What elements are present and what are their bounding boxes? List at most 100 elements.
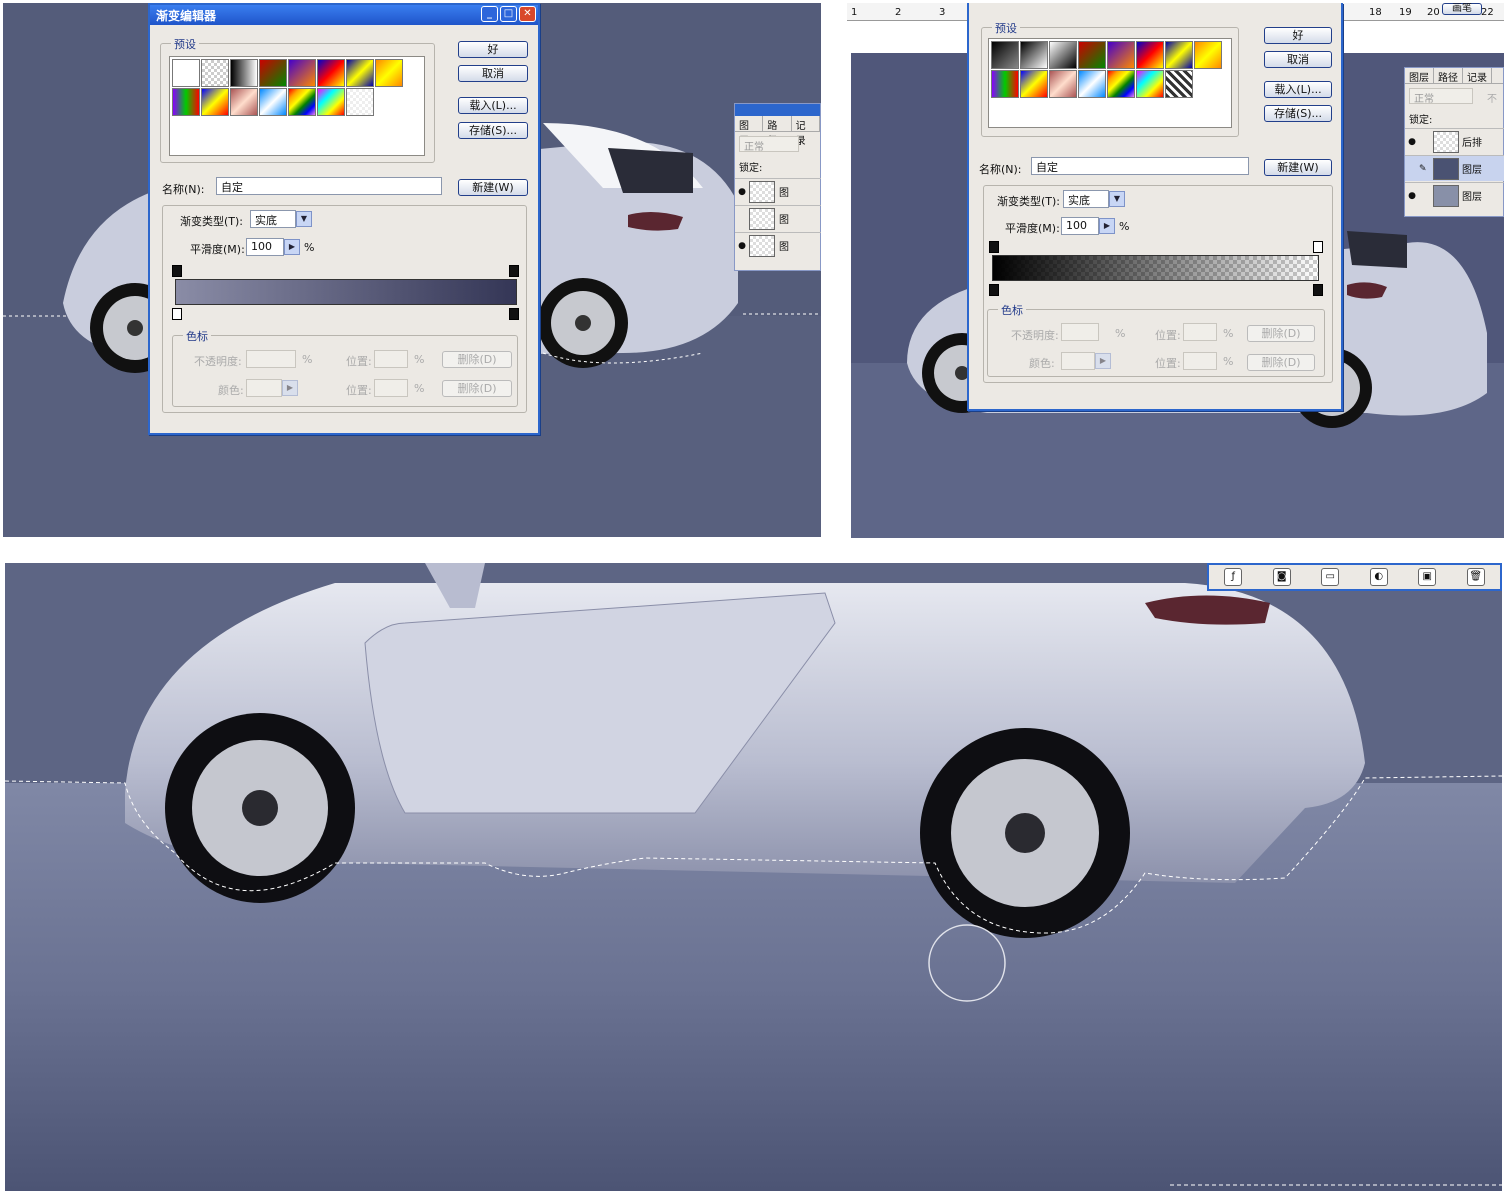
opacity-stop-right[interactable]	[509, 265, 519, 277]
preset-swatch[interactable]	[317, 59, 345, 87]
preset-swatch[interactable]	[1107, 70, 1135, 98]
tab-paths[interactable]: 路径	[763, 116, 792, 147]
gradient-preview-bar[interactable]	[175, 279, 517, 305]
preset-swatch[interactable]	[1107, 41, 1135, 69]
dialog-title-bar[interactable]: 渐变编辑器 _ □ ✕	[150, 5, 538, 25]
layer-row[interactable]: ● 图	[735, 232, 821, 258]
preset-swatch[interactable]	[201, 59, 229, 87]
ok-button[interactable]: 好	[458, 41, 528, 58]
preset-swatch[interactable]	[1020, 41, 1048, 69]
eye-icon[interactable]: ●	[1405, 137, 1419, 147]
arrow-right-icon[interactable]: ▶	[1099, 218, 1115, 234]
layer-row[interactable]: ● 后排	[1405, 128, 1504, 154]
new-layer-icon[interactable]: ▣	[1418, 568, 1437, 586]
close-icon[interactable]: ✕	[519, 6, 536, 22]
opacity-stop-left[interactable]	[989, 241, 999, 253]
preset-swatch[interactable]	[172, 88, 200, 116]
eye-icon[interactable]: ●	[735, 241, 749, 251]
preset-swatch[interactable]	[375, 59, 403, 87]
preset-swatch[interactable]	[346, 59, 374, 87]
preset-swatch[interactable]	[1136, 41, 1164, 69]
layer-row[interactable]: ● 图层	[1405, 182, 1504, 208]
opacity-stop-left[interactable]	[172, 265, 182, 277]
ok-button[interactable]: 好	[1264, 27, 1332, 44]
name-field[interactable]: 自定	[216, 177, 442, 195]
preset-swatch[interactable]	[172, 59, 200, 87]
preset-swatch[interactable]	[288, 59, 316, 87]
load-button[interactable]: 载入(L)...	[458, 97, 528, 114]
minimize-icon[interactable]: _	[481, 6, 498, 22]
gradient-preview-bar[interactable]	[992, 255, 1319, 281]
layer-style-icon[interactable]: ƒ	[1224, 568, 1243, 586]
preset-swatch[interactable]	[1165, 41, 1193, 69]
preset-swatch[interactable]	[1020, 70, 1048, 98]
layer-row[interactable]: 图	[735, 205, 821, 231]
tab-layers[interactable]: 图层	[1405, 68, 1434, 84]
opacity-field	[1061, 323, 1099, 341]
panel-car-closeup: ƒ ◙ ▭ ◐ ▣ 🗑	[5, 563, 1502, 1191]
blend-mode-select[interactable]: 正常	[739, 136, 799, 153]
preset-swatch[interactable]	[288, 88, 316, 116]
load-button[interactable]: 载入(L)...	[1264, 81, 1332, 98]
preset-swatch[interactable]	[1194, 41, 1222, 69]
chevron-down-icon[interactable]: ▼	[296, 211, 312, 227]
cancel-button[interactable]: 取消	[458, 65, 528, 82]
gradient-type-select[interactable]: 实底	[250, 210, 296, 228]
color-label: 颜色:	[218, 384, 244, 397]
eye-icon[interactable]: ●	[1405, 191, 1419, 201]
palette-title-bar[interactable]	[735, 104, 820, 116]
opacity-field	[246, 350, 296, 368]
name-label: 名称(N):	[162, 183, 205, 196]
color-stop-left[interactable]	[989, 284, 999, 296]
panel-gradient-editor-1: 渐变编辑器 _ □ ✕ 预设 好 取消 载入(L)... 存储(S)... 名称…	[3, 3, 821, 537]
new-button[interactable]: 新建(W)	[458, 179, 528, 196]
tab-paths[interactable]: 路径	[1434, 68, 1463, 84]
presets-label: 预设	[171, 36, 199, 52]
opacity-stop-right[interactable]	[1313, 241, 1323, 253]
preset-swatch[interactable]	[230, 88, 258, 116]
trash-icon[interactable]: 🗑	[1466, 568, 1485, 586]
preset-swatch[interactable]	[346, 88, 374, 116]
preset-swatch[interactable]	[317, 88, 345, 116]
gradient-type-label: 渐变类型(T):	[180, 215, 244, 228]
save-button[interactable]: 存储(S)...	[458, 122, 528, 139]
preset-swatch[interactable]	[991, 70, 1019, 98]
new-button[interactable]: 新建(W)	[1264, 159, 1332, 176]
color-stop-right[interactable]	[509, 308, 519, 320]
delete-color-button: 删除(D)	[1247, 354, 1315, 371]
new-group-icon[interactable]: ▭	[1321, 568, 1340, 586]
smoothness-field[interactable]: 100	[1061, 217, 1099, 235]
adjustment-layer-icon[interactable]: ◐	[1369, 568, 1388, 586]
tab-layers[interactable]: 图层	[735, 116, 764, 147]
smoothness-field[interactable]: 100	[246, 238, 284, 256]
color-stop-left[interactable]	[172, 308, 182, 320]
preset-swatch[interactable]	[1078, 41, 1106, 69]
maximize-icon[interactable]: □	[500, 6, 517, 22]
preset-swatch[interactable]	[1049, 70, 1077, 98]
preset-swatch[interactable]	[1165, 70, 1193, 98]
preset-swatch[interactable]	[230, 59, 258, 87]
arrow-right-icon[interactable]: ▶	[284, 239, 300, 255]
preset-swatch[interactable]	[259, 59, 287, 87]
preset-swatch[interactable]	[1049, 41, 1077, 69]
tab-history[interactable]: 记录	[1463, 68, 1492, 84]
gradient-editor-dialog: 渐变编辑器 _ □ ✕ 预设 好 取消 载入(L)... 存储(S)... 名称…	[148, 3, 540, 435]
preset-swatch[interactable]	[991, 41, 1019, 69]
layer-row-selected[interactable]: ✎ 图层	[1405, 155, 1504, 181]
gradient-editor-dialog-2: 预设 好 取消 载入(L)... 存储(S)... 名称(N): 自定 新建(W…	[967, 3, 1343, 411]
chevron-down-icon[interactable]: ▼	[1109, 191, 1125, 207]
layer-row[interactable]: ● 图	[735, 178, 821, 204]
name-field[interactable]: 自定	[1031, 157, 1249, 175]
blend-mode-select[interactable]: 正常	[1409, 88, 1473, 105]
preset-swatch[interactable]	[201, 88, 229, 116]
layer-mask-icon[interactable]: ◙	[1272, 568, 1291, 586]
preset-swatch[interactable]	[1136, 70, 1164, 98]
preset-swatch[interactable]	[1078, 70, 1106, 98]
cancel-button[interactable]: 取消	[1264, 51, 1332, 68]
tab-history[interactable]: 记录	[792, 116, 820, 147]
color-stop-right[interactable]	[1313, 284, 1323, 296]
save-button[interactable]: 存储(S)...	[1264, 105, 1332, 122]
eye-icon[interactable]: ●	[735, 187, 749, 197]
preset-swatch[interactable]	[259, 88, 287, 116]
gradient-type-select[interactable]: 实底	[1063, 190, 1109, 208]
